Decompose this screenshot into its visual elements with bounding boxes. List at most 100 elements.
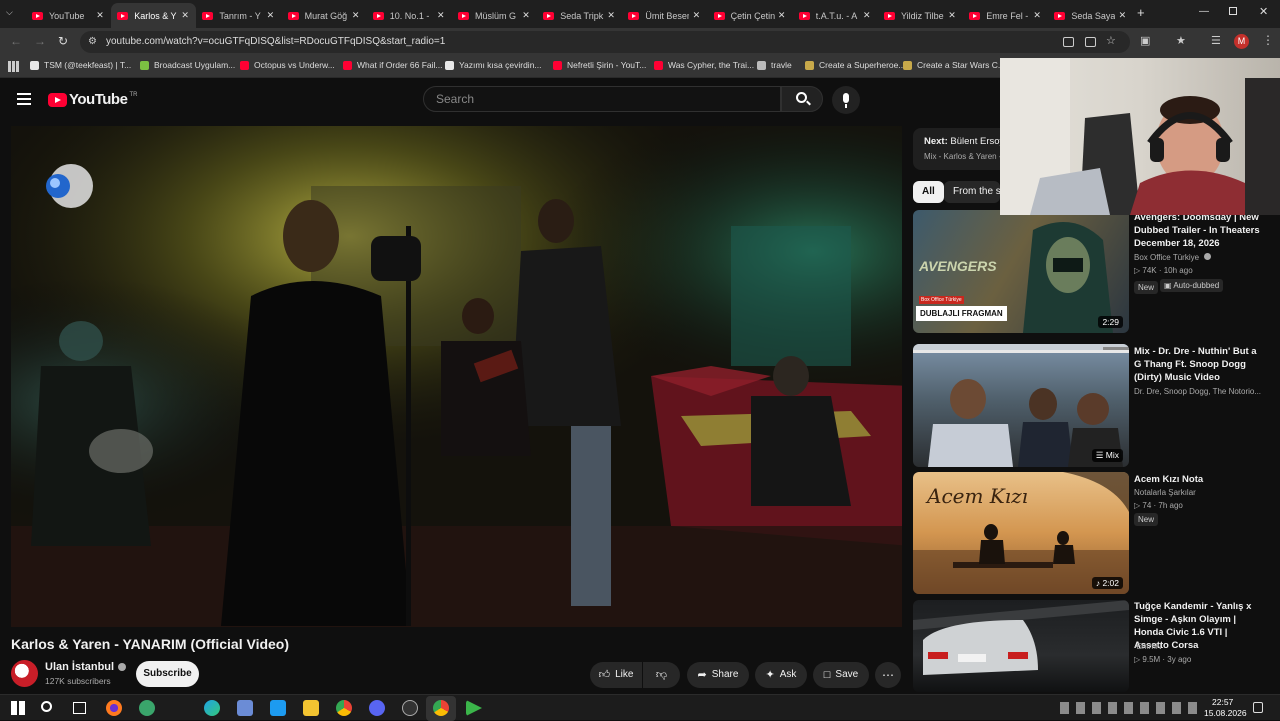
- youtube-logo[interactable]: YouTube TR: [48, 91, 137, 108]
- minimize-icon[interactable]: —: [1199, 6, 1209, 17]
- subscribe-button[interactable]: Subscribe: [136, 661, 199, 687]
- browser-tab[interactable]: t.A.T.u. - A ✕: [793, 3, 878, 28]
- back-icon[interactable]: ←: [10, 34, 22, 48]
- bookmark-item[interactable]: Octopus vs Underw...: [240, 60, 335, 70]
- system-tray-icons[interactable]: [1060, 702, 1200, 714]
- bookmark-item[interactable]: travle: [757, 60, 792, 70]
- browser-tab[interactable]: Müslüm G ✕: [452, 3, 537, 28]
- browser-tab[interactable]: Ümit Besen ✕: [622, 3, 707, 28]
- channel-avatar[interactable]: [11, 660, 38, 687]
- media-control-icon[interactable]: ☰: [1211, 34, 1221, 47]
- video-channel-4[interactable]: -EmrhN: [1134, 642, 1162, 651]
- install-app-icon[interactable]: [1085, 37, 1096, 47]
- channel-name[interactable]: Ulan İstanbul: [45, 661, 127, 673]
- app-icon-play[interactable]: [466, 700, 482, 716]
- ask-button[interactable]: ✦ Ask: [755, 662, 807, 688]
- more-actions-button[interactable]: ⋯: [875, 662, 901, 688]
- browser-tab[interactable]: Seda Sayai ✕: [1048, 3, 1133, 28]
- microsoft-store-icon[interactable]: [270, 700, 286, 716]
- hamburger-menu-icon[interactable]: [17, 93, 31, 105]
- close-tab-icon[interactable]: ✕: [434, 10, 448, 21]
- windows-start-icon[interactable]: [11, 701, 25, 715]
- app-icon-green[interactable]: [139, 700, 155, 716]
- close-tab-icon[interactable]: ✕: [349, 10, 363, 21]
- bookmark-item[interactable]: Nefretli Şirin - YouT...: [553, 60, 646, 70]
- close-tab-icon[interactable]: ✕: [860, 10, 874, 21]
- video-title-1[interactable]: Avengers: Doomsday | New Dubbed Trailer …: [1134, 211, 1264, 250]
- close-tab-icon[interactable]: ✕: [263, 10, 277, 21]
- close-tab-icon[interactable]: ✕: [178, 10, 192, 21]
- chip-all[interactable]: All: [913, 181, 944, 203]
- like-button[interactable]: 👍︎ Like: [590, 662, 642, 688]
- video-channel-2[interactable]: Dr. Dre, Snoop Dogg, The Notorio...: [1134, 387, 1264, 396]
- up-next-panel[interactable]: Next: Bülent Ersoy Mix - Karlos & Yaren …: [913, 128, 1013, 170]
- bookmark-item[interactable]: Create a Star Wars C...: [903, 60, 1005, 70]
- video-title-3[interactable]: Acem Kızı Nota: [1134, 473, 1264, 486]
- tab-search-icon[interactable]: ⌵: [6, 7, 20, 21]
- browser-tab[interactable]: Murat Göğ ✕: [282, 3, 367, 28]
- browser-tab[interactable]: YouTube ✕: [26, 3, 111, 28]
- bookmark-item[interactable]: TSM (@teekfeast) | T...: [30, 60, 131, 70]
- bookmark-item[interactable]: Was Cypher, the Trai...: [654, 60, 754, 70]
- video-player[interactable]: [11, 126, 902, 627]
- restore-icon[interactable]: [1229, 7, 1237, 15]
- close-tab-icon[interactable]: ✕: [689, 10, 703, 21]
- clock-time[interactable]: 22:57: [1212, 697, 1233, 707]
- close-tab-icon[interactable]: ✕: [519, 10, 533, 21]
- bookmark-item[interactable]: Create a Superheroe...: [805, 60, 905, 70]
- browser-tab[interactable]: Karlos & Y ✕: [111, 3, 197, 28]
- video-thumbnail-4[interactable]: [913, 600, 1129, 692]
- close-window-icon[interactable]: ✕: [1259, 5, 1268, 18]
- bookmark-item[interactable]: What if Order 66 Fail...: [343, 60, 443, 70]
- app-icon-dark[interactable]: [402, 700, 418, 716]
- close-tab-icon[interactable]: ✕: [945, 10, 959, 21]
- browser-tab[interactable]: Tanrım - Y ✕: [196, 3, 281, 28]
- video-thumbnail-3[interactable]: Acem Kızı ♪ 2:02: [913, 472, 1129, 594]
- chrome-icon-1[interactable]: [336, 700, 352, 716]
- profile-avatar[interactable]: M: [1234, 34, 1249, 49]
- close-tab-icon[interactable]: ✕: [1030, 10, 1044, 21]
- close-tab-icon[interactable]: ✕: [93, 10, 107, 21]
- bookmark-item[interactable]: Broadcast Uygulam...: [140, 60, 235, 70]
- extensions-icon[interactable]: ▣: [1140, 34, 1150, 47]
- translate-icon[interactable]: [1063, 37, 1074, 47]
- edge-icon[interactable]: [204, 700, 220, 716]
- bookmark-star-icon[interactable]: ☆: [1106, 34, 1116, 47]
- browser-tab[interactable]: Emre Fel - ✕: [963, 3, 1048, 28]
- reload-icon[interactable]: ↻: [58, 34, 68, 48]
- new-tab-icon[interactable]: +: [1137, 5, 1145, 20]
- browser-tab[interactable]: Seda Tripk ✕: [537, 3, 622, 28]
- close-tab-icon[interactable]: ✕: [604, 10, 618, 21]
- video-title-2[interactable]: Mix - Dr. Dre - Nuthin' But a G Thang Ft…: [1134, 345, 1264, 384]
- file-explorer-icon[interactable]: [303, 700, 319, 716]
- app-icon-blue[interactable]: [237, 700, 253, 716]
- video-thumbnail-2[interactable]: ☰ Mix: [913, 344, 1129, 467]
- dislike-button[interactable]: 👎︎: [643, 662, 680, 688]
- browser-menu-icon[interactable]: ⋮: [1262, 33, 1274, 47]
- browser-tab[interactable]: 10. No.1 - ✕: [367, 3, 452, 28]
- close-tab-icon[interactable]: ✕: [775, 10, 789, 21]
- firefox-icon[interactable]: [106, 700, 122, 716]
- voice-search-button[interactable]: [832, 86, 860, 114]
- video-channel-3[interactable]: Notalarla Şarkılar: [1134, 488, 1196, 497]
- save-button[interactable]: □ Save: [813, 662, 869, 688]
- browser-tab[interactable]: Yildiz Tilbe ✕: [878, 3, 963, 28]
- search-button[interactable]: [781, 86, 823, 112]
- close-tab-icon[interactable]: ✕: [1115, 10, 1129, 21]
- taskbar-search-icon[interactable]: [41, 701, 52, 712]
- favorites-icon[interactable]: ★: [1176, 34, 1186, 47]
- site-info-icon[interactable]: ⚙: [88, 31, 97, 53]
- notification-icon[interactable]: [1253, 702, 1263, 713]
- task-view-icon[interactable]: [73, 702, 86, 714]
- video-channel-1[interactable]: Box Office Türkiye: [1134, 253, 1212, 262]
- bookmark-item[interactable]: Yazımı kısa çevirdin...: [445, 60, 542, 70]
- apps-grid-icon[interactable]: [8, 61, 19, 72]
- search-input[interactable]: Search: [423, 86, 781, 112]
- chrome-icon-active[interactable]: [433, 700, 449, 716]
- address-bar[interactable]: ⚙ youtube.com/watch?v=ocuGTFqDISQ&list=R…: [80, 31, 1130, 53]
- forward-icon[interactable]: →: [34, 34, 46, 48]
- clock-date[interactable]: 15.08.2026: [1204, 708, 1247, 718]
- chip-from-series[interactable]: From the se: [944, 181, 1000, 203]
- share-button[interactable]: ➦ Share: [687, 662, 749, 688]
- browser-tab[interactable]: Çetin Çetin ✕: [708, 3, 793, 28]
